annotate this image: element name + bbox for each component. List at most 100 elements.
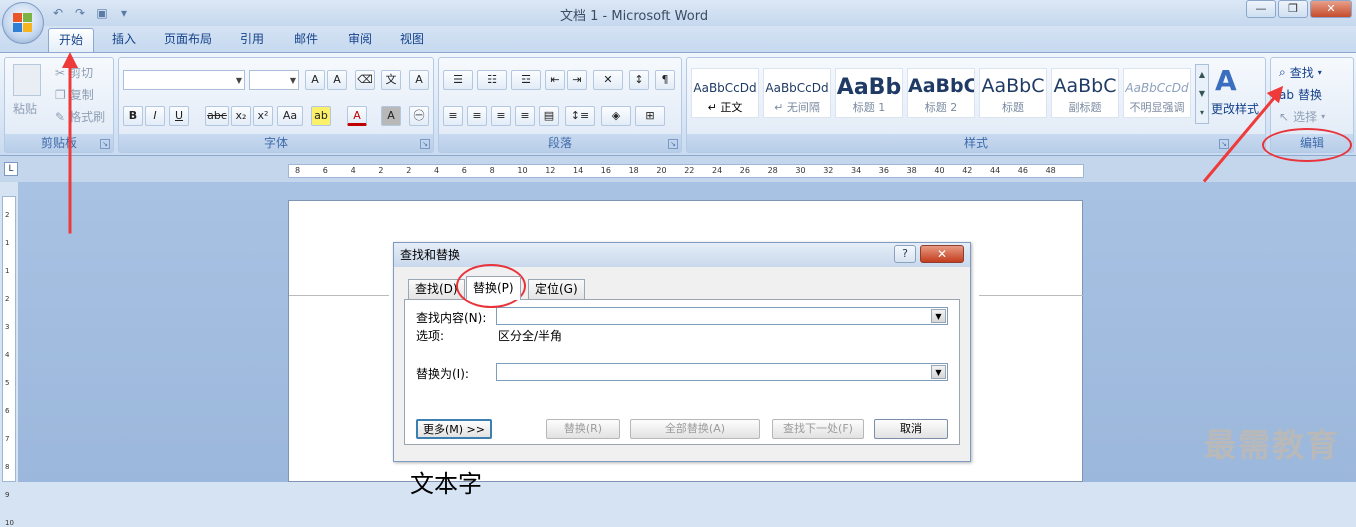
- line-spacing-icon[interactable]: ↕≡: [565, 106, 595, 126]
- minimize-button[interactable]: —: [1246, 0, 1276, 18]
- chevron-down-icon[interactable]: ▼: [931, 309, 946, 323]
- change-styles-button[interactable]: 更改样式: [1211, 100, 1259, 117]
- grow-font-icon[interactable]: A: [305, 70, 325, 90]
- tab-references[interactable]: 引用: [230, 28, 274, 52]
- replace-all-button[interactable]: 全部替换(A): [630, 419, 760, 439]
- replace-with-input[interactable]: ▼: [496, 363, 948, 381]
- chinese-layout-icon[interactable]: ✕: [593, 70, 623, 90]
- tab-page-layout[interactable]: 页面布局: [154, 28, 222, 52]
- customize-icon[interactable]: ▾: [116, 5, 132, 21]
- tab-insert[interactable]: 插入: [102, 28, 146, 52]
- find-next-button[interactable]: 查找下一处(F): [772, 419, 864, 439]
- more-button[interactable]: 更多(M) >>: [416, 419, 492, 439]
- align-left-icon[interactable]: ≡: [443, 106, 463, 126]
- chevron-down-icon[interactable]: ▼: [931, 365, 946, 379]
- bullets-icon[interactable]: ☰: [443, 70, 473, 90]
- save-icon[interactable]: ▣: [94, 5, 110, 21]
- styles-launcher-icon[interactable]: ↘: [1219, 139, 1229, 149]
- paragraph-launcher-icon[interactable]: ↘: [668, 139, 678, 149]
- char-border-icon[interactable]: A: [409, 70, 429, 90]
- dialog-close-button[interactable]: ✕: [920, 245, 964, 263]
- enclose-char-icon[interactable]: ㊀: [409, 106, 429, 126]
- style-sample: AaBbCcDd: [693, 81, 757, 95]
- margin-guide: [289, 295, 389, 296]
- close-button[interactable]: ✕: [1310, 0, 1352, 18]
- undo-icon[interactable]: ↶: [50, 5, 66, 21]
- highlight-icon[interactable]: ab: [311, 106, 331, 126]
- style-subtitle[interactable]: AaBbC 副标题: [1051, 68, 1119, 118]
- style-title[interactable]: AaBbC 标题: [979, 68, 1047, 118]
- increase-indent-icon[interactable]: ⇥: [567, 70, 587, 90]
- ruler-tick: 14: [573, 166, 584, 175]
- restore-button[interactable]: ❐: [1278, 0, 1308, 18]
- redo-icon[interactable]: ↷: [72, 5, 88, 21]
- borders-icon[interactable]: ⊞: [635, 106, 665, 126]
- clipboard-launcher-icon[interactable]: ↘: [100, 139, 110, 149]
- multilevel-list-icon[interactable]: ☲: [511, 70, 541, 90]
- copy-icon: ❐: [55, 87, 66, 102]
- tab-view[interactable]: 视图: [390, 28, 434, 52]
- subscript-icon[interactable]: x₂: [231, 106, 251, 126]
- select-button[interactable]: ↖ 选择 ▾: [1279, 108, 1325, 125]
- ruler-tick: 2: [5, 295, 10, 303]
- strikethrough-icon[interactable]: abc: [205, 106, 229, 126]
- justify-icon[interactable]: ≡: [515, 106, 535, 126]
- underline-icon[interactable]: U: [169, 106, 189, 126]
- numbering-icon[interactable]: ☷: [477, 70, 507, 90]
- options-label: 选项:: [416, 329, 445, 343]
- find-what-input[interactable]: ▼: [496, 307, 948, 325]
- tab-home[interactable]: 开始: [48, 28, 95, 52]
- tab-goto[interactable]: 定位(G): [528, 279, 585, 299]
- tab-mailings[interactable]: 邮件: [284, 28, 328, 52]
- change-case-icon[interactable]: Aa: [277, 106, 303, 126]
- ruler-tick: 10: [517, 166, 528, 175]
- align-right-icon[interactable]: ≡: [491, 106, 511, 126]
- tab-review[interactable]: 审阅: [338, 28, 382, 52]
- find-button[interactable]: ⌕ 查找 ▾: [1279, 64, 1322, 81]
- style-name: ↵ 正文: [707, 101, 743, 114]
- char-shading-icon[interactable]: A: [381, 106, 401, 126]
- horizontal-ruler[interactable]: 8 6 4 2 2 4 6 8 10 12 14 16 18 20 22 24 26 28 30 32 34 36 38 40…: [288, 164, 1084, 178]
- replace-button[interactable]: 替换(R): [546, 419, 620, 439]
- font-color-icon[interactable]: A: [347, 106, 367, 126]
- format-painter-button[interactable]: ✎ 格式刷: [55, 108, 105, 125]
- office-button[interactable]: [2, 2, 44, 44]
- tab-replace[interactable]: 替换(P): [466, 276, 521, 300]
- ruler-tick: 5: [5, 379, 10, 387]
- copy-button[interactable]: ❐ 复制: [55, 86, 94, 103]
- vertical-ruler[interactable]: 2 1 1 2 3 4 5 6 7 8 9 10: [2, 196, 16, 527]
- style-heading-2[interactable]: AaBbC 标题 2: [907, 68, 975, 118]
- bold-icon[interactable]: B: [123, 106, 143, 126]
- paste-icon[interactable]: [13, 64, 41, 96]
- ruler-tick: 10: [5, 519, 14, 527]
- sort-icon[interactable]: ↕: [629, 70, 649, 90]
- style-heading-1[interactable]: AaBb 标题 1: [835, 68, 903, 118]
- style-sample: AaBbCcDd: [1125, 81, 1189, 95]
- shrink-font-icon[interactable]: A: [327, 70, 347, 90]
- cancel-button[interactable]: 取消: [874, 419, 948, 439]
- style-no-spacing[interactable]: AaBbCcDd ↵ 无间隔: [763, 68, 831, 118]
- superscript-icon[interactable]: x²: [253, 106, 273, 126]
- ruler-tick: 36: [878, 166, 889, 175]
- find-label: 查找: [1289, 66, 1314, 80]
- shading-icon[interactable]: ◈: [601, 106, 631, 126]
- show-marks-icon[interactable]: ¶: [655, 70, 675, 90]
- paste-button[interactable]: 粘贴: [13, 100, 37, 117]
- replace-label: 替换: [1297, 88, 1322, 102]
- style-subtle-emphasis[interactable]: AaBbCcDd 不明显强调: [1123, 68, 1191, 118]
- help-button[interactable]: ?: [894, 245, 916, 263]
- phonetic-guide-icon[interactable]: 文: [381, 70, 401, 90]
- styles-scroll[interactable]: ▲ ▼ ▾: [1195, 64, 1209, 124]
- distributed-icon[interactable]: ▤: [539, 106, 559, 126]
- clear-format-icon[interactable]: ⌫: [355, 70, 375, 90]
- ruler-tick: 6: [461, 166, 467, 175]
- font-size-combo[interactable]: ▼: [249, 70, 299, 90]
- align-center-icon[interactable]: ≡: [467, 106, 487, 126]
- tab-selector-icon[interactable]: L: [4, 162, 18, 176]
- ruler-tick: 2: [378, 166, 384, 175]
- style-normal[interactable]: AaBbCcDd ↵ 正文: [691, 68, 759, 118]
- italic-icon[interactable]: I: [145, 106, 165, 126]
- font-name-combo[interactable]: ▼: [123, 70, 245, 90]
- decrease-indent-icon[interactable]: ⇤: [545, 70, 565, 90]
- font-launcher-icon[interactable]: ↘: [420, 139, 430, 149]
